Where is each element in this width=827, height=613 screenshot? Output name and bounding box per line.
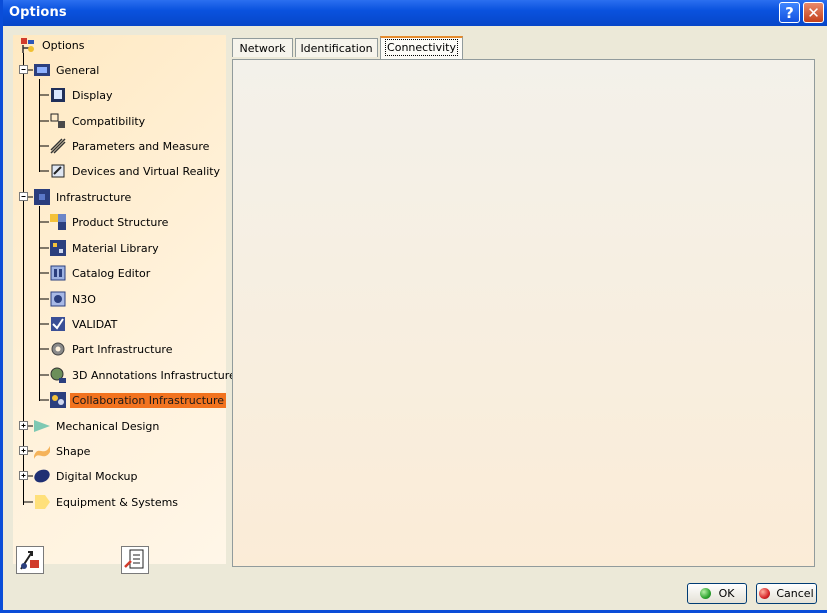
display-icon [51, 88, 65, 102]
tree-item-label: Devices and Virtual Reality [72, 164, 221, 178]
dump-parameters-button[interactable] [121, 546, 149, 574]
general-icon [34, 64, 50, 76]
tree-item-options[interactable]: Options [19, 36, 86, 54]
ok-icon [699, 588, 711, 599]
connectivity-tab-panel [232, 59, 815, 567]
dump-parameters-icon [124, 549, 144, 569]
tree-item-n3o[interactable]: N3O [49, 290, 98, 308]
options-tree: Options General Display Compatibility Pa… [13, 35, 236, 564]
infrastructure-icon [34, 189, 50, 205]
annotations-3d-icon [50, 367, 66, 383]
ok-label: OK [718, 587, 735, 600]
tree-item-label: Mechanical Design [56, 419, 160, 433]
tree-item-catalog-editor[interactable]: Catalog Editor [49, 264, 152, 282]
tree-item-3d-annotations-infrastructure[interactable]: 3D Annotations Infrastructure [49, 366, 238, 384]
tree-item-digital-mockup[interactable]: Digital Mockup [33, 467, 139, 485]
tab-label: Identification [300, 42, 373, 55]
tree-item-collaboration-infrastructure[interactable]: Collaboration Infrastructure [49, 391, 227, 409]
tree-item-label: Shape [56, 444, 91, 458]
tree-item-equipment-and-systems[interactable]: Equipment & Systems [33, 493, 180, 511]
n3o-icon [50, 291, 66, 307]
digital-mockup-icon [34, 469, 50, 483]
close-button[interactable]: ✕ [803, 2, 824, 23]
reset-icon [20, 551, 39, 570]
dialog-client: Options General Display Compatibility Pa… [6, 26, 827, 610]
shape-icon [34, 446, 50, 459]
reset-button[interactable] [16, 546, 44, 574]
tree-item-display[interactable]: Display [49, 86, 115, 104]
tab-connectivity[interactable]: Connectivity [380, 36, 463, 59]
equipment-systems-icon [35, 495, 50, 509]
tree-item-label: Equipment & Systems [56, 495, 179, 509]
close-icon: ✕ [807, 4, 820, 22]
window-title: Options [9, 5, 67, 20]
tree-item-devices-and-virtual-reality[interactable]: Devices and Virtual Reality [49, 162, 222, 180]
compatibility-icon [50, 113, 65, 128]
tab-identification[interactable]: Identification [295, 38, 378, 57]
tree-item-shape[interactable]: Shape [33, 442, 92, 460]
help-button[interactable]: ? [779, 2, 800, 23]
catalog-editor-icon [50, 265, 66, 281]
tree-item-material-library[interactable]: Material Library [49, 239, 161, 257]
tab-label: Network [239, 42, 286, 55]
tree-item-label: General [56, 63, 100, 77]
tree-item-label: Options [42, 38, 85, 52]
tree-item-infrastructure[interactable]: Infrastructure [33, 188, 133, 206]
tree-item-label: Material Library [72, 241, 159, 255]
tree-item-label: 3D Annotations Infrastructure [72, 368, 236, 382]
tree-item-label: Display [72, 88, 113, 102]
tree-item-product-structure[interactable]: Product Structure [49, 213, 170, 231]
tab-network[interactable]: Network [232, 38, 293, 57]
tree-item-label: Digital Mockup [56, 469, 138, 483]
tree-item-mechanical-design[interactable]: Mechanical Design [33, 417, 161, 435]
ok-button[interactable]: OK [687, 583, 747, 604]
cancel-label: Cancel [776, 587, 814, 600]
mechanical-design-icon [34, 420, 50, 432]
tree-item-label: Infrastructure [56, 190, 132, 204]
tab-label: Connectivity [385, 39, 458, 56]
collaboration-icon [50, 392, 66, 408]
tree-item-label: Product Structure [72, 215, 169, 229]
cancel-button[interactable]: Cancel [756, 583, 817, 604]
tree-item-parameters-and-measure[interactable]: Parameters and Measure [49, 137, 211, 155]
title-bar[interactable]: Options ? ✕ [3, 0, 827, 26]
tree-item-label: Part Infrastructure [72, 342, 173, 356]
tree-item-compatibility[interactable]: Compatibility [49, 112, 147, 130]
tree-item-label: Catalog Editor [72, 266, 151, 280]
help-icon: ? [785, 4, 794, 22]
tree-item-general[interactable]: General [33, 61, 101, 79]
tree-item-label-selected: Collaboration Infrastructure [70, 392, 227, 408]
devices-icon [51, 164, 65, 178]
tree-item-label: N3O [72, 292, 96, 306]
parameters-icon [50, 138, 66, 154]
material-library-icon [50, 240, 66, 256]
product-structure-icon [50, 214, 66, 230]
tree-item-label: VALIDAT [72, 317, 118, 331]
tree-item-label: Compatibility [72, 114, 146, 128]
validat-icon [51, 317, 65, 331]
options-dialog: Options ? ✕ Options General Display Comp… [0, 0, 827, 613]
cancel-icon [759, 588, 771, 599]
part-infrastructure-gear-icon [51, 342, 65, 356]
options-root-icon [21, 38, 34, 53]
tree-item-validat[interactable]: VALIDAT [49, 315, 119, 333]
tree-item-part-infrastructure[interactable]: Part Infrastructure [49, 340, 174, 358]
tree-item-label: Parameters and Measure [72, 139, 210, 153]
